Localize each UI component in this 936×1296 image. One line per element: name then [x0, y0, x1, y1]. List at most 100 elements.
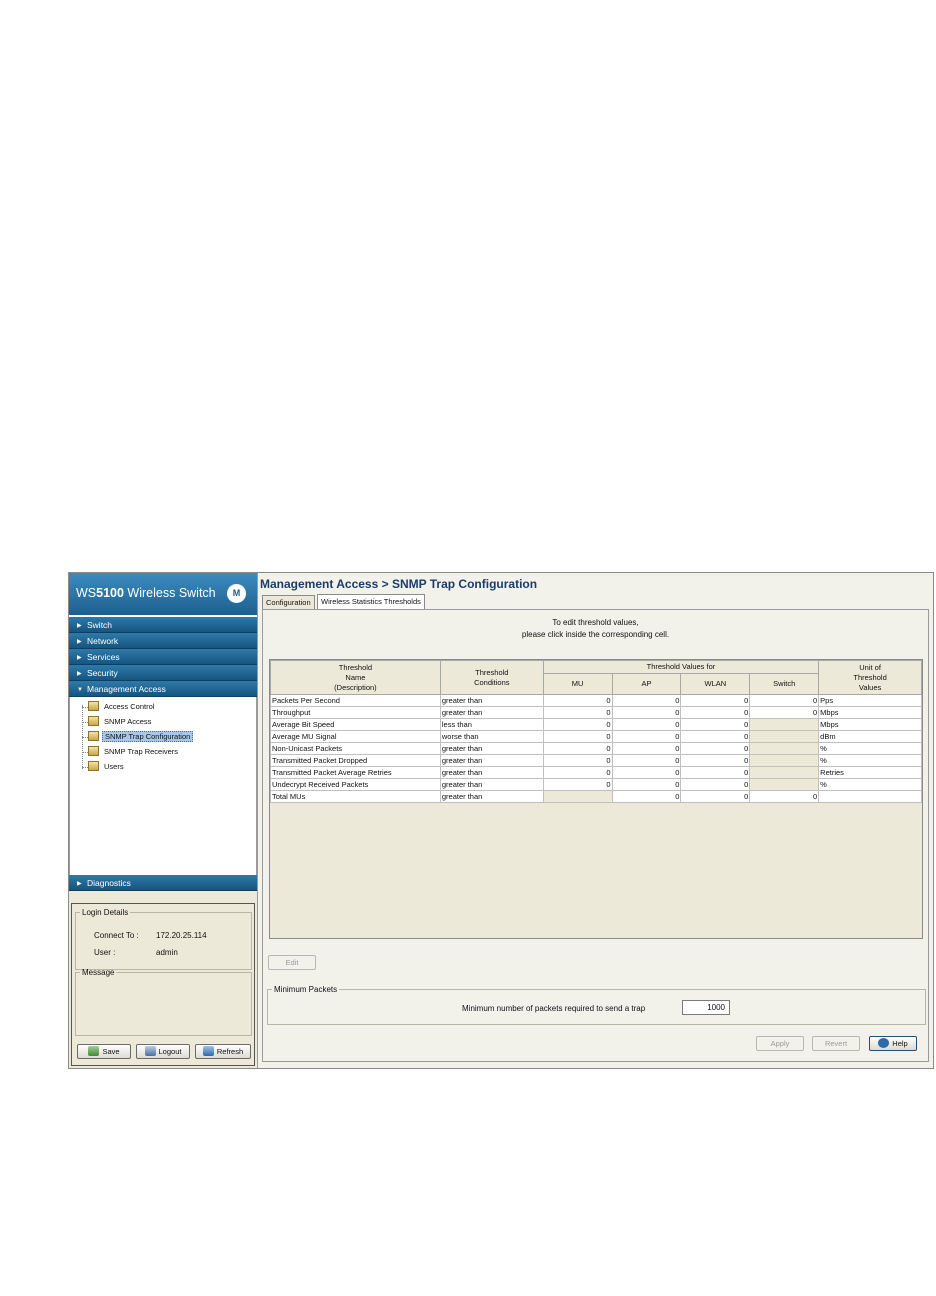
cell-wlan[interactable]: 0 — [680, 706, 751, 719]
tab-wireless-statistics-thresholds[interactable]: Wireless Statistics Thresholds — [317, 594, 425, 610]
thresholds-table-body: Packets Per Second greater than 0 0 0 0 Pps Thr… — [270, 694, 922, 803]
expand-arrow-icon: ▶ — [77, 639, 82, 645]
tree-item-snmp-trap-receivers[interactable]: SNMP Trap Receivers — [88, 745, 180, 759]
collapse-arrow-icon: ▼ — [77, 687, 83, 693]
product-name: WS5100 Wireless Switch — [76, 586, 216, 600]
cell-ap[interactable]: 0 — [611, 790, 682, 803]
tree-item-access-control[interactable]: Access Control — [88, 700, 156, 714]
col-header-threshold-conditions[interactable]: Threshold Conditions — [439, 660, 544, 695]
cell-sw[interactable]: 0 — [749, 694, 820, 707]
table-row[interactable]: Non-Unicast Packets greater than 0 0 0% — [270, 742, 922, 755]
cell-mu[interactable]: 0 — [542, 718, 613, 731]
cell-ap[interactable]: 0 — [611, 778, 682, 791]
nav-diagnostics[interactable]: ▶ Diagnostics — [69, 875, 257, 891]
tree-item-users[interactable]: Users — [88, 760, 126, 774]
nav-security[interactable]: ▶ Security — [69, 665, 257, 681]
cell-ap[interactable]: 0 — [611, 706, 682, 719]
cell-sw-unavailable — [749, 718, 820, 731]
cell-ap[interactable]: 0 — [611, 718, 682, 731]
cell-sw[interactable]: 0 — [749, 706, 820, 719]
cell-unit: % — [818, 754, 922, 767]
col-header-ap[interactable]: AP — [611, 673, 682, 695]
cell-mu[interactable]: 0 — [542, 742, 613, 755]
col-header-switch[interactable]: Switch — [749, 673, 820, 695]
cell-wlan[interactable]: 0 — [680, 730, 751, 743]
revert-button[interactable]: Revert — [812, 1036, 860, 1051]
table-row[interactable]: Total MUs greater than 0 0 0 — [270, 790, 922, 803]
cell-sw[interactable]: 0 — [749, 790, 820, 803]
refresh-button[interactable]: Refresh — [195, 1044, 251, 1059]
connect-to-label: Connect To : — [94, 931, 139, 940]
brand-header: WS5100 Wireless Switch M — [69, 573, 257, 615]
cell-name: Packets Per Second — [270, 694, 441, 707]
table-row[interactable]: Average MU Signal worse than 0 0 0 dBm — [270, 730, 922, 743]
nav-services[interactable]: ▶ Services — [69, 649, 257, 665]
cell-ap[interactable]: 0 — [611, 730, 682, 743]
table-row[interactable]: Transmitted Packet Average Retries greate… — [270, 766, 922, 779]
logout-button[interactable]: Logout — [136, 1044, 190, 1059]
table-row[interactable]: Undecrypt Received Packets greater than 0 0… — [270, 778, 922, 791]
page-title: Management Access > SNMP Trap Configurat… — [260, 577, 538, 591]
config-page-icon — [88, 746, 99, 756]
tree-item-snmp-trap-configuration[interactable]: SNMP Trap Configuration — [88, 730, 194, 744]
session-panel: Login Details Connect To : 172.20.25.114… — [71, 903, 255, 1066]
refresh-icon — [202, 1046, 214, 1056]
apply-button[interactable]: Apply — [756, 1036, 804, 1051]
cell-mu[interactable]: 0 — [542, 706, 613, 719]
cell-ap[interactable]: 0 — [611, 754, 682, 767]
cell-name: Transmitted Packet Average Retries — [270, 766, 441, 779]
cell-wlan[interactable]: 0 — [680, 754, 751, 767]
cell-unit: % — [818, 742, 922, 755]
table-row[interactable]: Throughput greater than 0 0 0 0 Mbps — [270, 706, 922, 719]
motorola-logo-icon: M — [227, 584, 246, 603]
cell-ap[interactable]: 0 — [611, 694, 682, 707]
cell-mu[interactable]: 0 — [542, 754, 613, 767]
cell-wlan[interactable]: 0 — [680, 718, 751, 731]
cell-cond: less than — [439, 718, 544, 731]
cell-mu[interactable]: 0 — [542, 694, 613, 707]
minimum-packets-input[interactable]: 1000 — [682, 1000, 730, 1015]
cell-sw-unavailable — [749, 778, 820, 791]
tab-configuration[interactable]: Configuration — [262, 595, 315, 609]
cell-unit: Mbps — [818, 718, 922, 731]
cell-mu[interactable]: 0 — [542, 766, 613, 779]
config-page-icon — [88, 761, 99, 771]
message-group: Message — [75, 968, 252, 1036]
cell-ap[interactable]: 0 — [611, 742, 682, 755]
cell-wlan[interactable]: 0 — [680, 778, 751, 791]
save-icon — [88, 1046, 100, 1056]
cell-wlan[interactable]: 0 — [680, 694, 751, 707]
cell-cond: greater than — [439, 754, 544, 767]
cell-name: Average Bit Speed — [270, 718, 441, 731]
cell-ap[interactable]: 0 — [611, 766, 682, 779]
cell-sw-unavailable — [749, 754, 820, 767]
cell-name: Throughput — [270, 706, 441, 719]
minimum-packets-legend: Minimum Packets — [274, 985, 338, 994]
table-row[interactable]: Transmitted Packet Dropped greater than 0 0… — [270, 754, 922, 767]
cell-wlan[interactable]: 0 — [680, 766, 751, 779]
cell-sw-unavailable — [749, 742, 820, 755]
help-button[interactable]: Help — [869, 1036, 917, 1051]
tree-item-snmp-access[interactable]: SNMP Access — [88, 715, 153, 729]
expand-arrow-icon: ▶ — [77, 671, 82, 677]
cell-name: Transmitted Packet Dropped — [270, 754, 441, 767]
save-button[interactable]: Save — [77, 1044, 131, 1059]
cell-mu[interactable]: 0 — [542, 778, 613, 791]
cell-cond: worse than — [439, 730, 544, 743]
cell-wlan[interactable]: 0 — [680, 790, 751, 803]
table-row[interactable]: Packets Per Second greater than 0 0 0 0 Pps — [270, 694, 922, 707]
col-header-mu[interactable]: MU — [542, 673, 613, 695]
cell-wlan[interactable]: 0 — [680, 742, 751, 755]
cell-mu[interactable]: 0 — [542, 730, 613, 743]
col-header-unit[interactable]: Unit of Threshold Values — [818, 660, 922, 695]
nav-network[interactable]: ▶ Network — [69, 633, 257, 649]
col-header-wlan[interactable]: WLAN — [680, 673, 751, 695]
cell-name: Total MUs — [270, 790, 441, 803]
col-header-threshold-name[interactable]: Threshold Name (Description) — [270, 660, 441, 695]
nav-menu: ▶ Switch ▶ Network ▶ Services ▶ Security ▼ Manage… — [69, 617, 257, 697]
cell-unit — [818, 790, 922, 803]
edit-button[interactable]: Edit — [268, 955, 316, 970]
nav-switch[interactable]: ▶ Switch — [69, 617, 257, 633]
table-row[interactable]: Average Bit Speed less than 0 0 0 Mbps — [270, 718, 922, 731]
nav-management-access[interactable]: ▼ Management Access — [69, 681, 257, 697]
